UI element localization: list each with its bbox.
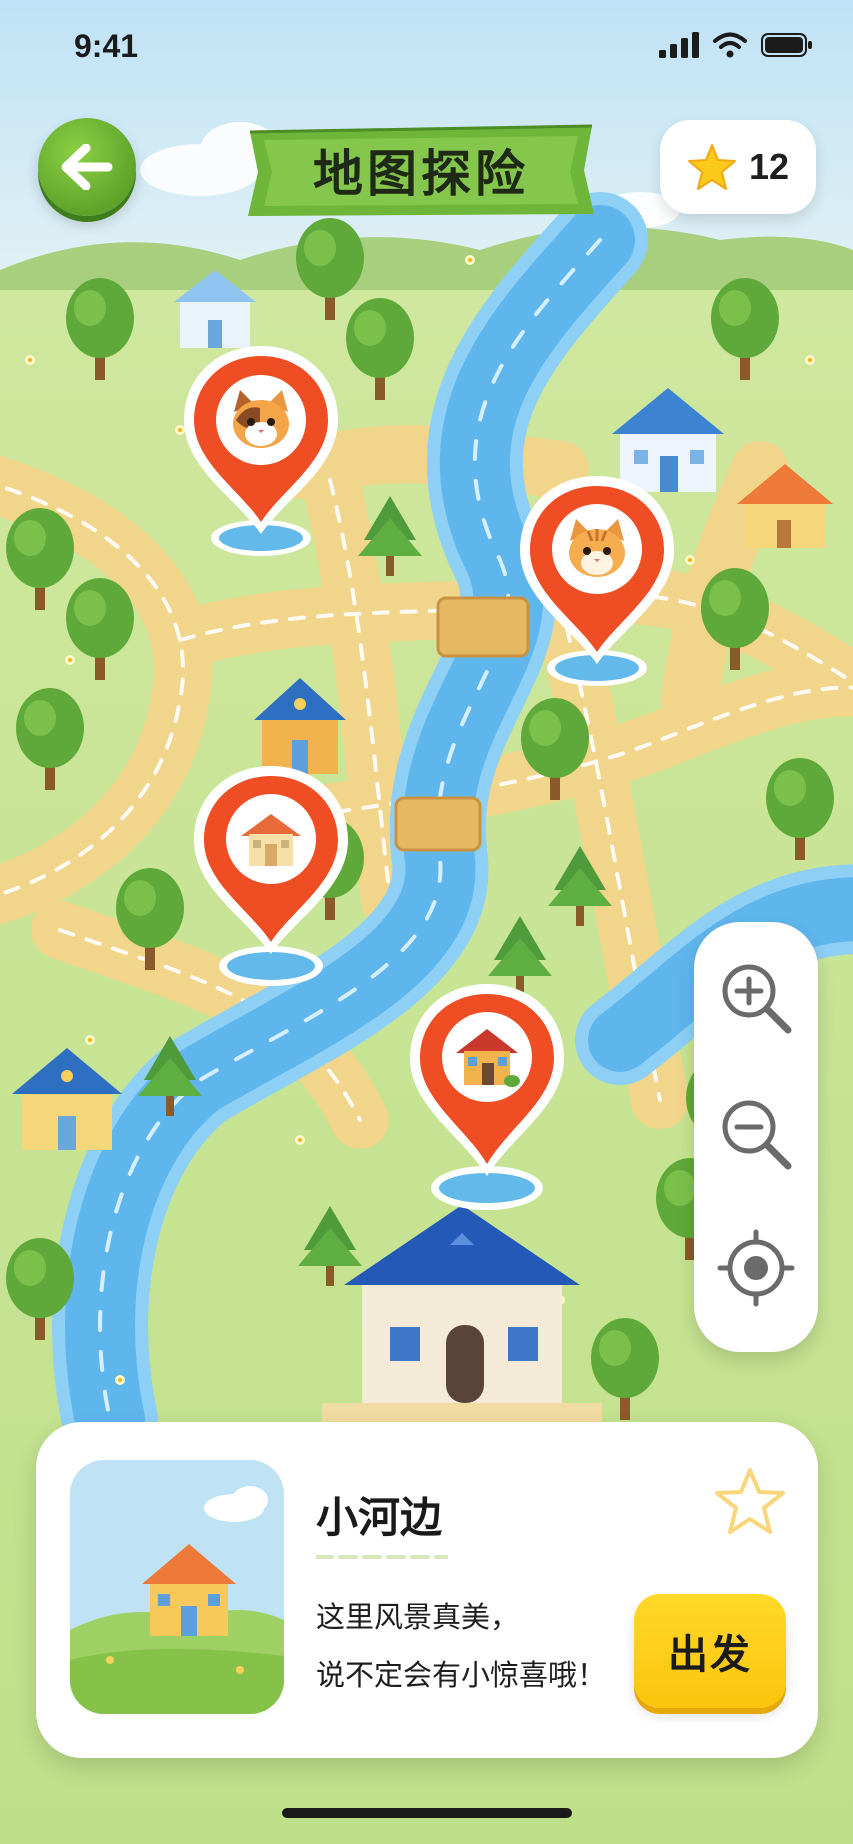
description-line-1: 这里风景真美， (316, 1600, 520, 1634)
locate-button[interactable] (716, 1228, 796, 1308)
description-line-2: 说不定会有小惊喜哦！ (316, 1658, 607, 1692)
zoom-out-icon (722, 1100, 792, 1170)
location-card[interactable]: 小河边 这里风景真美， 说不定会有小惊喜哦！ 出发 (36, 1422, 818, 1758)
location-description: 这里风景真美， 说不定会有小惊喜哦！ (316, 1588, 616, 1704)
map-pin-cat-1[interactable] (176, 338, 346, 568)
star-icon (687, 144, 736, 190)
battery-icon (761, 33, 812, 57)
star-counter[interactable]: 12 (660, 120, 816, 214)
wifi-icon (713, 32, 747, 58)
location-title: 小河边 (316, 1493, 443, 1542)
page-title: 地图探险 (313, 145, 529, 203)
status-time: 9:41 (74, 28, 139, 64)
map-controls-panel (694, 922, 818, 1352)
star-outline-icon[interactable] (712, 1464, 788, 1540)
cat-face-icon (552, 504, 642, 594)
cat-face-icon (216, 375, 306, 465)
zoom-in-button[interactable] (716, 958, 796, 1038)
back-button[interactable] (38, 118, 136, 216)
arrow-left-icon (61, 144, 113, 190)
zoom-out-button[interactable] (716, 1094, 796, 1174)
map-adventure-screen: 9:41 地图探险 12 小河边 这里风景真美， 说不定会有小惊喜哦！ 出发 (0, 0, 853, 1844)
home-indicator[interactable] (282, 1808, 572, 1818)
title-divider (316, 1555, 448, 1559)
star-count: 12 (748, 146, 790, 187)
location-thumbnail (70, 1460, 284, 1714)
map-pin-house-2[interactable] (402, 976, 572, 1210)
status-icons (659, 32, 813, 58)
locate-icon (717, 1229, 795, 1307)
house-icon (226, 794, 316, 884)
signal-icon (659, 32, 699, 58)
go-button[interactable]: 出发 (634, 1594, 786, 1708)
map-pin-cat-2[interactable] (512, 468, 682, 698)
house-icon (442, 1012, 532, 1102)
status-bar: 9:41 (0, 0, 853, 100)
map-pin-house-1[interactable] (186, 758, 356, 988)
zoom-in-icon (722, 964, 792, 1034)
